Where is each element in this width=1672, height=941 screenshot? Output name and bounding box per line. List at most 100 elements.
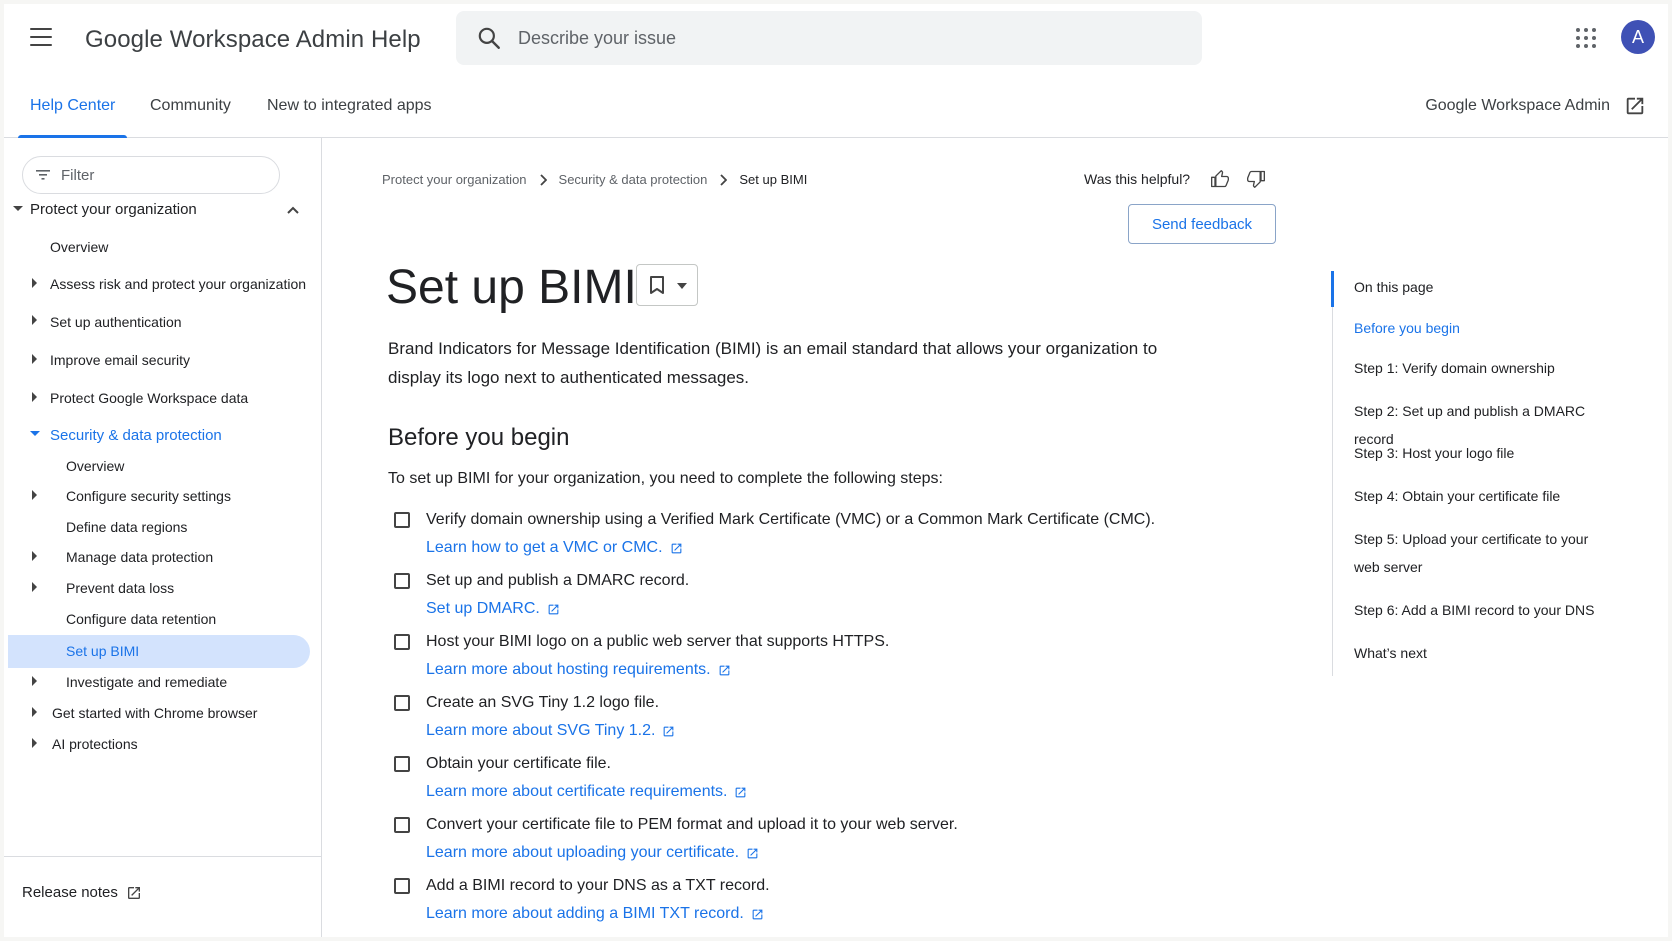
step-text: Host your BIMI logo on a public web serv… (426, 633, 890, 650)
sidebar-item-overview-2[interactable]: Overview (66, 458, 124, 474)
release-notes-label: Release notes (22, 884, 118, 901)
step-checkbox[interactable] (394, 756, 410, 772)
step-text: Verify domain ownership using a Verified… (426, 511, 1156, 528)
send-feedback-button[interactable]: Send feedback (1128, 204, 1276, 244)
filter-input[interactable]: Filter (22, 156, 280, 194)
expand-caret-icon[interactable] (32, 551, 37, 561)
sidebar-item-security-data-protection[interactable]: Security & data protection (50, 427, 222, 444)
toc-item-step-6[interactable]: Step 6: Add a BIMI record to your DNS (1354, 596, 1624, 624)
release-notes-link[interactable]: Release notes (22, 884, 142, 901)
step-link[interactable]: Learn more about hosting requirements. (426, 661, 731, 679)
chevron-up-icon[interactable] (286, 205, 300, 215)
dropdown-arrow-icon (677, 283, 687, 289)
sidebar-item-investigate-and-remediate[interactable]: Investigate and remediate (66, 674, 227, 690)
sidebar-item-improve-email-security[interactable]: Improve email security (50, 352, 190, 368)
step-link-label: Learn more about hosting requirements. (426, 661, 711, 678)
step-link[interactable]: Learn more about uploading your certific… (426, 844, 759, 862)
bookmark-button[interactable] (636, 264, 698, 306)
sidebar-item-define-data-regions[interactable]: Define data regions (66, 519, 187, 535)
sidebar-item-protect-workspace-data[interactable]: Protect Google Workspace data (50, 390, 248, 406)
sidebar-item-manage-data-protection[interactable]: Manage data protection (66, 549, 213, 565)
search-input[interactable] (518, 11, 1178, 65)
breadcrumb-item[interactable]: Security & data protection (559, 172, 708, 187)
toc-active-indicator (1331, 271, 1334, 307)
toc-item-before-you-begin[interactable]: Before you begin (1354, 314, 1624, 342)
toc-item-step-1[interactable]: Step 1: Verify domain ownership (1354, 354, 1624, 382)
external-link-icon (752, 909, 763, 919)
external-link-icon (548, 604, 559, 614)
toc-item-step-3[interactable]: Step 3: Host your logo file (1354, 439, 1624, 467)
search-box[interactable] (456, 11, 1202, 65)
sidebar-divider (4, 856, 322, 857)
sidebar-item-ai-protections[interactable]: AI protections (52, 736, 138, 752)
tab-help-center[interactable]: Help Center (17, 74, 128, 138)
step-link[interactable]: Learn more about SVG Tiny 1.2. (426, 722, 675, 740)
expand-caret-icon[interactable] (32, 490, 37, 500)
toc-item-step-5[interactable]: Step 5: Upload your certificate to your … (1354, 525, 1604, 581)
expand-caret-icon[interactable] (32, 582, 37, 592)
step-checkbox[interactable] (394, 634, 410, 650)
step-link-label: Set up DMARC. (426, 600, 540, 617)
filter-placeholder: Filter (61, 167, 95, 184)
chevron-right-icon (539, 173, 547, 186)
breadcrumb: Protect your organization Security & dat… (382, 172, 807, 187)
external-link-icon (719, 665, 729, 675)
expand-caret-icon[interactable] (32, 278, 37, 288)
step-checkbox[interactable] (394, 512, 410, 528)
page-title: Set up BIMI (386, 261, 637, 314)
tab-new-to-integrated-apps[interactable]: New to integrated apps (267, 74, 432, 138)
step-text: Obtain your certificate file. (426, 755, 611, 772)
step-checkbox[interactable] (394, 878, 410, 894)
sidebar-item-configure-security-settings[interactable]: Configure security settings (66, 488, 231, 504)
step-link[interactable]: Learn more about adding a BIMI TXT recor… (426, 905, 764, 923)
step-link[interactable]: Learn more about certificate requirement… (426, 783, 747, 801)
expand-caret-icon[interactable] (32, 315, 37, 325)
step-link-label: Learn more about adding a BIMI TXT recor… (426, 905, 744, 922)
toc-track (1332, 271, 1333, 676)
tab-community[interactable]: Community (150, 74, 231, 138)
nav-tabs: Help Center Community New to integrated … (4, 74, 1668, 138)
sidebar-item-chrome-browser[interactable]: Get started with Chrome browser (52, 705, 257, 721)
expand-caret-icon[interactable] (32, 354, 37, 364)
external-link-icon (127, 886, 140, 899)
step-checkbox[interactable] (394, 817, 410, 833)
expand-caret-icon[interactable] (32, 392, 37, 402)
product-title[interactable]: Google Workspace Admin Help (85, 26, 421, 54)
sidebar-item-configure-data-retention[interactable]: Configure data retention (66, 611, 216, 627)
thumbs-up-icon[interactable] (1210, 169, 1230, 189)
external-link-icon (747, 848, 758, 858)
top-bar: Google Workspace Admin Help A (4, 4, 1668, 74)
step-text: Add a BIMI record to your DNS as a TXT r… (426, 877, 770, 894)
helpful-question: Was this helpful? (1084, 171, 1191, 187)
toc-item-step-4[interactable]: Step 4: Obtain your certificate file (1354, 482, 1624, 510)
admin-console-label: Google Workspace Admin (1425, 97, 1610, 114)
apps-grid-icon[interactable] (1576, 28, 1596, 48)
sidebar-item-assess-risk[interactable]: Assess risk and protect your organizatio… (50, 276, 306, 292)
step-link-label: Learn more about uploading your certific… (426, 844, 740, 861)
step-link-label: Learn how to get a VMC or CMC. (426, 539, 663, 556)
section-heading-before-you-begin: Before you begin (388, 424, 570, 451)
sidebar-item-protect-your-organization[interactable]: Protect your organization (30, 201, 197, 218)
step-link[interactable]: Set up DMARC. (426, 600, 560, 618)
expand-caret-icon[interactable] (32, 738, 37, 748)
sidebar-item-set-up-authentication[interactable]: Set up authentication (50, 314, 182, 330)
step-checkbox[interactable] (394, 573, 410, 589)
expand-caret-icon[interactable] (32, 676, 37, 686)
collapse-caret-icon[interactable] (13, 206, 23, 211)
app-window: Google Workspace Admin Help A Help Cente… (4, 4, 1668, 937)
sidebar-item-prevent-data-loss[interactable]: Prevent data loss (66, 580, 174, 596)
sidebar-item-set-up-bimi[interactable]: Set up BIMI (66, 643, 139, 659)
toc-item-whats-next[interactable]: What’s next (1354, 639, 1624, 667)
collapse-caret-icon[interactable] (30, 431, 40, 436)
expand-caret-icon[interactable] (32, 707, 37, 717)
account-avatar[interactable]: A (1621, 20, 1655, 54)
thumbs-down-icon[interactable] (1246, 169, 1266, 189)
sidebar-item-overview[interactable]: Overview (50, 239, 108, 255)
admin-console-link[interactable]: Google Workspace Admin (1425, 74, 1646, 138)
external-link-icon (664, 726, 674, 736)
step-link[interactable]: Learn how to get a VMC or CMC. (426, 539, 683, 557)
main-menu-icon[interactable] (30, 28, 52, 46)
step-checkbox[interactable] (394, 695, 410, 711)
sidebar-active-highlight (8, 635, 310, 668)
breadcrumb-item[interactable]: Protect your organization (382, 172, 527, 187)
